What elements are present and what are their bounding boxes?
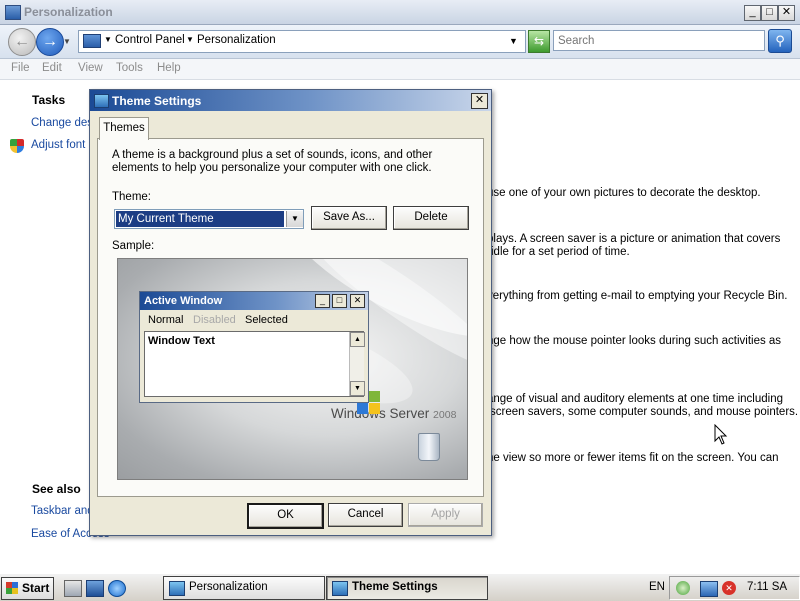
preview-scrollbar: ▲ ▼ [349,332,365,396]
network-icon[interactable] [700,581,718,597]
dropdown-arrow-icon[interactable]: ▼ [286,211,303,227]
volume-muted-icon[interactable]: ✕ [722,581,736,595]
preview-menu-disabled: Disabled [193,314,236,326]
taskbar-item-label: Theme Settings [352,581,438,593]
description-line: he view so more or fewer items fit on th… [487,452,779,464]
apply-button[interactable]: Apply [408,503,483,527]
recycle-bin-icon [418,433,440,461]
forward-arrow-icon: → [42,33,58,50]
dialog-description: A theme is a background plus a set of so… [112,149,433,161]
preview-close-icon: ✕ [350,294,365,308]
ok-button[interactable]: OK [247,503,324,529]
menu-edit[interactable]: Edit [42,62,62,74]
theme-label: Theme: [112,191,151,203]
description-line: plays. A screen saver is a picture or an… [487,233,781,245]
close-button[interactable]: ✕ [778,5,795,21]
menu-help[interactable]: Help [157,62,181,74]
start-button[interactable]: Start [1,577,54,600]
task-link-change-desktop[interactable]: Change des [31,117,93,129]
description-line: verything from getting e-mail to emptyin… [487,290,788,302]
system-tray: ✕ 7:11 SA [669,576,800,600]
preview-menu-normal: Normal [148,314,184,326]
scroll-up-icon: ▲ [350,332,365,347]
delete-button[interactable]: Delete [393,206,469,230]
scroll-down-icon: ▼ [350,381,365,396]
search-icon: ⚲ [775,33,785,48]
forward-button[interactable]: → [36,28,64,56]
taskbar-item-personalization[interactable]: Personalization [163,576,325,600]
theme-settings-dialog: Theme Settings ✕ Themes A theme is a bac… [89,89,492,536]
breadcrumb-chevron-icon[interactable]: ▼ [104,35,112,44]
windows-server-logo: Windows Server 2008 [331,391,457,421]
address-bar[interactable]: ▼ Control Panel ▼ Personalization ▼ [78,30,526,53]
mouse-pointer-icon [714,424,728,445]
address-dropdown-icon[interactable]: ▼ [509,36,518,46]
history-dropdown-icon[interactable]: ▼ [63,37,71,46]
windows-logo-icon [6,582,18,594]
save-as-button[interactable]: Save As... [311,206,387,230]
dialog-close-button[interactable]: ✕ [471,93,488,109]
theme-select[interactable]: My Current Theme ▼ [114,209,304,229]
menu-bar: File Edit View Tools Help [0,59,800,80]
preview-window-text: Window Text [148,335,215,347]
tab-themes[interactable]: Themes [99,117,149,140]
theme-select-value: My Current Theme [116,211,284,227]
back-button[interactable]: ← [8,28,36,56]
active-window-preview: Active Window _ □ ✕ Normal Disabled Sele… [139,291,369,403]
search-input[interactable] [554,31,762,50]
security-status-icon[interactable] [676,581,690,595]
language-indicator[interactable]: EN [649,581,665,593]
task-link-adjust-font[interactable]: Adjust font [31,139,85,151]
description-line: screen savers, some computer sounds, and… [490,406,799,418]
taskbar-item-label: Personalization [189,581,268,593]
dialog-title: Theme Settings [112,94,202,108]
clock[interactable]: 7:11 SA [747,581,787,593]
monitor-icon [83,34,101,48]
menu-view[interactable]: View [78,62,103,74]
address-toolbar: ← → ▼ ▼ Control Panel ▼ Personalization … [0,25,800,59]
menu-tools[interactable]: Tools [116,62,143,74]
breadcrumb-personalization[interactable]: Personalization [197,34,276,46]
breadcrumb-chevron-icon[interactable]: ▼ [186,35,194,44]
refresh-icon: ⇆ [533,34,545,48]
taskbar: Start Personalization Theme Settings EN … [0,573,800,601]
show-desktop-icon[interactable] [64,580,82,597]
preview-minimize-icon: _ [315,294,330,308]
description-line: nge how the mouse pointer looks during s… [487,335,782,347]
refresh-button[interactable]: ⇆ [528,30,550,53]
active-window-title: Active Window [144,295,223,307]
description-line: idle for a set period of time. [491,246,630,258]
preview-client-area: Window Text ▲ ▼ [144,331,365,397]
tasks-heading: Tasks [32,93,66,107]
dialog-description: elements to help you personalize your co… [112,162,432,174]
menu-file[interactable]: File [11,62,30,74]
control-panel-icon [5,5,21,20]
preview-maximize-icon: □ [332,294,347,308]
see-also-link-taskbar[interactable]: Taskbar and [31,505,94,517]
server-manager-icon[interactable] [86,580,104,597]
search-button[interactable]: ⚲ [768,29,792,53]
internet-explorer-icon[interactable] [108,580,126,597]
windows-server-year: 2008 [433,409,457,421]
description-line: ange of visual and auditory elements at … [487,393,783,405]
start-label: Start [22,581,50,595]
taskbar-item-theme-settings[interactable]: Theme Settings [326,576,488,600]
search-field[interactable] [553,30,765,51]
description-line: use one of your own pictures to decorate… [487,187,761,199]
control-panel-icon [169,581,185,596]
uac-shield-icon [10,139,24,153]
cancel-button[interactable]: Cancel [328,503,403,527]
sample-label: Sample: [112,240,155,252]
theme-icon [332,581,348,596]
preview-menu-selected: Selected [245,314,288,326]
breadcrumb-control-panel[interactable]: Control Panel [115,34,185,46]
back-arrow-icon: ← [14,33,30,50]
window-title: Personalization [24,5,113,19]
main-title-bar[interactable]: Personalization _ □ ✕ [0,0,800,25]
theme-icon [94,94,109,108]
maximize-button[interactable]: □ [761,5,778,21]
dialog-title-bar[interactable]: Theme Settings [90,90,491,111]
see-also-heading: See also [32,482,81,496]
minimize-button[interactable]: _ [744,5,761,21]
